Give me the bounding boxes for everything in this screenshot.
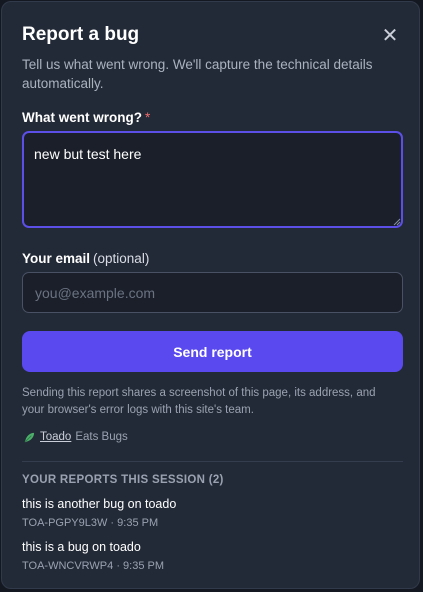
privacy-disclaimer: Sending this report shares a screenshot … [22, 387, 376, 416]
report-meta: TOA-WNCVRWP4 · 9:35 PM [22, 560, 165, 572]
email-field[interactable] [22, 272, 403, 313]
description-label: What went wrong? * [22, 110, 150, 125]
optional-hint: (optional) [93, 251, 150, 266]
required-marker: * [144, 110, 151, 125]
report-title: this is another bug on toado [22, 497, 177, 511]
reports-heading: YOUR REPORTS THIS SESSION (2) [22, 474, 224, 486]
brand-credit: Toado Eats Bugs [24, 431, 128, 443]
close-button[interactable]: ✕ [379, 24, 401, 47]
close-icon: ✕ [381, 24, 399, 47]
report-bug-dialog: Report a bug ✕ Tell us what went wrong. … [1, 1, 420, 589]
report-title: this is a bug on toado [22, 540, 141, 554]
list-item[interactable]: this is a bug on toado TOA-WNCVRWP4 · 9:… [22, 539, 392, 574]
brand-suffix: Eats Bugs [75, 431, 128, 443]
brand-link[interactable]: Toado [40, 431, 71, 443]
leaf-icon [24, 432, 35, 442]
list-item[interactable]: this is another bug on toado TOA-PGPY9L3… [22, 496, 392, 531]
dialog-subtitle: Tell us what went wrong. We'll capture t… [22, 57, 373, 91]
description-label-text: What went wrong? [22, 110, 142, 125]
send-report-button[interactable]: Send report [22, 331, 403, 372]
description-textarea[interactable] [22, 131, 403, 228]
resize-handle-icon[interactable] [393, 218, 401, 226]
report-meta: TOA-PGPY9L3W · 9:35 PM [22, 517, 159, 529]
email-label: Your email (optional) [22, 251, 149, 266]
email-label-text: Your email [22, 251, 91, 266]
section-divider [22, 461, 403, 462]
dialog-title: Report a bug [22, 24, 140, 45]
